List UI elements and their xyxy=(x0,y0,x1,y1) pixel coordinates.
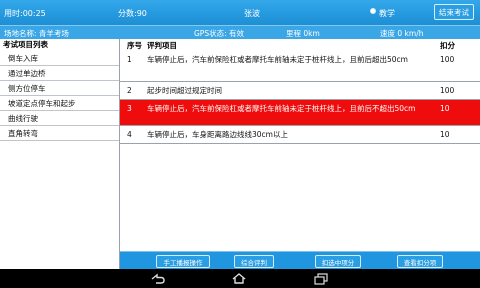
recent-apps-icon[interactable] xyxy=(312,272,330,285)
row-item: 车辆停止后，汽车前保险杠或者摩托车前轴未定于桩杆线上，且前后不超出50cm xyxy=(147,104,416,113)
sidebar-title: 考试项目列表 xyxy=(3,40,48,49)
gps-status: GPS状态: 有效 xyxy=(194,29,245,38)
table-row-selected[interactable]: 3 车辆停止后，汽车前保险杠或者摩托车前轴未定于桩杆线上，且前后不超出50cm … xyxy=(120,100,480,126)
header-score: 扣分 xyxy=(440,41,455,50)
row-no: 2 xyxy=(127,86,132,95)
teaching-mode-label: 教学 xyxy=(379,9,395,18)
venue-name: 场地名称: 青羊考场 xyxy=(4,29,69,38)
back-icon[interactable] xyxy=(149,272,167,285)
candidate-name: 张波 xyxy=(244,9,260,18)
sidebar-item-reverse-parking[interactable]: 倒车入库 xyxy=(0,51,119,66)
top-status-bar: 用时:00:25 分数:90 张波 教学 结束考试 xyxy=(0,0,480,25)
table-row[interactable]: 2 起步时间超过规定时间 100 xyxy=(120,82,480,100)
row-no: 1 xyxy=(127,55,132,64)
sidebar-item-slope-start[interactable]: 坡道定点停车和起步 xyxy=(0,96,119,111)
system-nav-bar xyxy=(0,269,480,288)
speed: 速度 0 km/h xyxy=(380,29,424,38)
row-item: 车辆停止后，汽车前保险杠或者摩托车前轴未定于桩杆线上，且前后超出50cm xyxy=(147,55,408,64)
sidebar-item-side-parking[interactable]: 侧方位停车 xyxy=(0,81,119,96)
row-item: 车辆停止后，车身距离路边线线30cm以上 xyxy=(147,130,288,139)
sidebar-item-single-bridge[interactable]: 通过单边桥 xyxy=(0,66,119,81)
row-item: 起步时间超过规定时间 xyxy=(147,86,222,95)
header-no: 序号 xyxy=(127,41,142,50)
row-no: 4 xyxy=(127,130,132,139)
table-header: 序号 评判项目 扣分 xyxy=(120,39,480,51)
row-score: 10 xyxy=(440,104,450,113)
manual-broadcast-button[interactable]: 手工播报操作 xyxy=(156,255,210,268)
deduct-selected-button[interactable]: 扣选中项分 xyxy=(315,255,361,268)
row-score: 10 xyxy=(440,130,450,139)
judging-table: 序号 评判项目 扣分 1 车辆停止后，汽车前保险杠或者摩托车前轴未定于桩杆线上，… xyxy=(120,39,480,251)
row-score: 100 xyxy=(440,55,455,64)
overall-judge-button[interactable]: 综合评判 xyxy=(234,255,274,268)
exam-item-sidebar: 考试项目列表 倒车入库 通过单边桥 侧方位停车 坡道定点停车和起步 曲线行驶 直… xyxy=(0,39,120,269)
row-score: 100 xyxy=(440,86,455,95)
row-no: 3 xyxy=(127,104,132,113)
action-bar: 手工播报操作 综合评判 扣选中项分 查看扣分项 xyxy=(120,251,480,269)
sidebar-item-right-angle-turn[interactable]: 直角转弯 xyxy=(0,126,119,141)
header-item: 评判项目 xyxy=(147,41,177,50)
sidebar-item-curve-driving[interactable]: 曲线行驶 xyxy=(0,111,119,126)
teaching-mode-radio[interactable] xyxy=(370,8,376,14)
mileage: 里程 0km xyxy=(286,29,320,38)
score-display: 分数:90 xyxy=(118,9,147,18)
table-row[interactable]: 4 车辆停止后，车身距离路边线线30cm以上 10 xyxy=(120,126,480,144)
table-row[interactable]: 1 车辆停止后，汽车前保险杠或者摩托车前轴未定于桩杆线上，且前后超出50cm 1… xyxy=(120,51,480,82)
view-deductions-button[interactable]: 查看扣分项 xyxy=(397,255,443,268)
end-exam-button[interactable]: 结束考试 xyxy=(434,4,474,20)
elapsed-time: 用时:00:25 xyxy=(4,9,46,18)
info-bar: 场地名称: 青羊考场 GPS状态: 有效 里程 0km 速度 0 km/h xyxy=(0,25,480,39)
home-icon[interactable] xyxy=(230,272,248,285)
